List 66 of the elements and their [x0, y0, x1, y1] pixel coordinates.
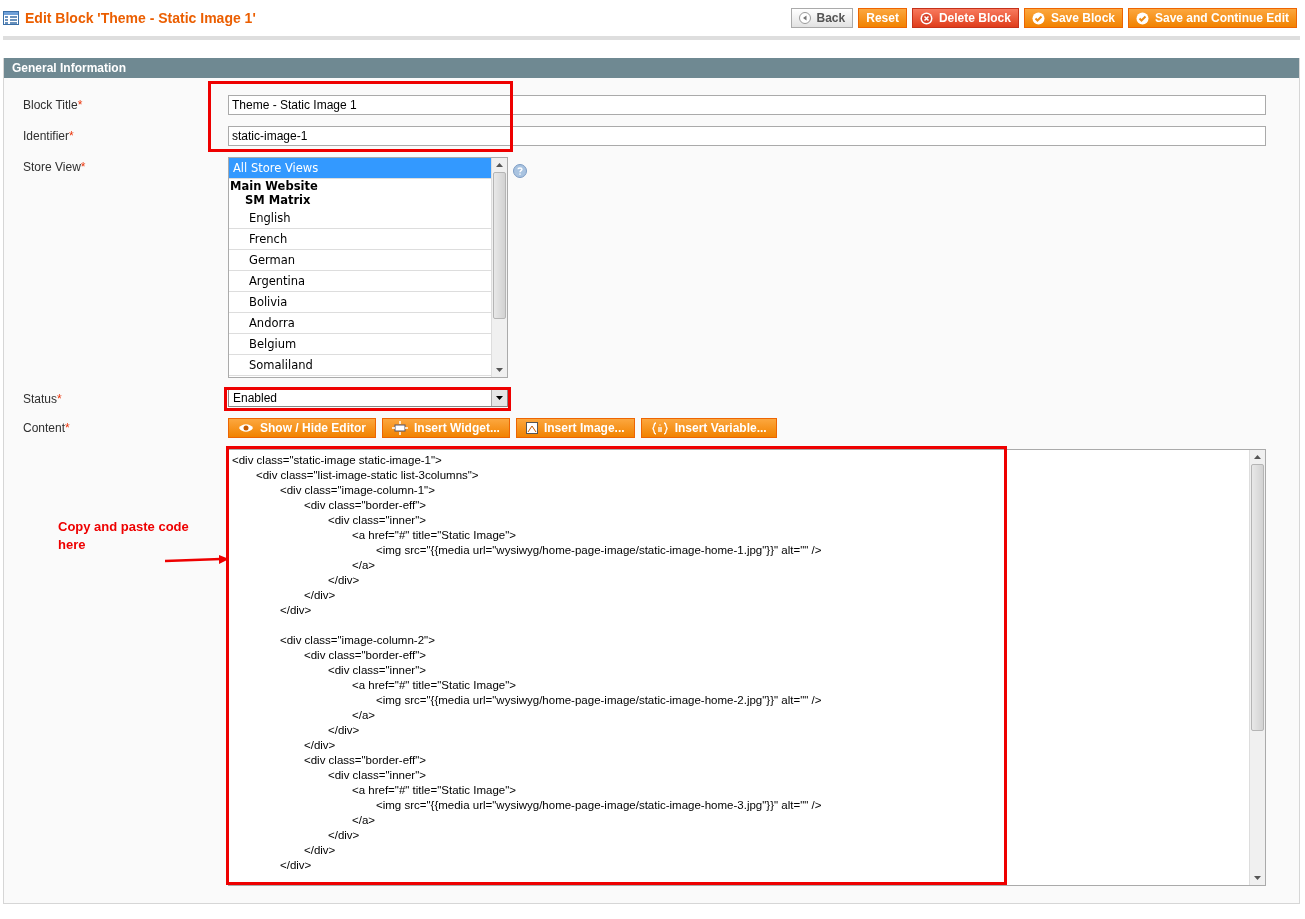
- code-line: </a>: [352, 709, 376, 721]
- field-label: Identifier*: [23, 128, 75, 143]
- braces-icon: [650, 421, 669, 435]
- code-line: </a>: [352, 559, 376, 571]
- code-editor[interactable]: [228, 449, 1266, 886]
- list-option[interactable]: SM Matrix: [229, 193, 491, 207]
- code-line: <div class="border-eff">: [304, 499, 427, 511]
- code-line: <a href="#" title="Static Image">: [352, 529, 516, 541]
- list-option[interactable]: Belgium: [229, 334, 491, 355]
- field-label: Status*: [23, 391, 63, 406]
- code-line: <a href="#" title="Static Image">: [352, 679, 516, 691]
- check-icon: [1031, 11, 1045, 25]
- code-line: <div class="border-eff">: [304, 649, 427, 661]
- check-icon: [1136, 11, 1149, 25]
- list-option[interactable]: Argentina: [229, 271, 491, 292]
- scroll-down-icon[interactable]: [1254, 876, 1261, 880]
- code-line: </div>: [304, 739, 336, 751]
- scroll-down-icon[interactable]: [496, 368, 503, 372]
- code-line: <a href="#" title="Static Image">: [352, 784, 516, 796]
- code-line: <img src="{{media url="wysiwyg/home-page-image/static-image-home-2.jpg"}}" alt="" />: [376, 694, 822, 706]
- list-option[interactable]: Somaliland: [229, 355, 491, 376]
- scroll-up-icon[interactable]: [1254, 455, 1261, 459]
- code-line: <div class="inner">: [328, 664, 426, 676]
- code-line: </div>: [280, 859, 312, 871]
- code-line: <div class="border-eff">: [304, 754, 427, 766]
- code-line: </div>: [280, 604, 312, 616]
- code-line: <div class="image-column-1">: [280, 484, 435, 496]
- code-line: <div class="inner">: [328, 769, 426, 781]
- code-line: <div class="static-image static-image-1">: [232, 454, 442, 466]
- list-option[interactable]: Andorra: [229, 313, 491, 334]
- scrollbar[interactable]: [491, 158, 507, 377]
- code-line: <img src="{{media url="wysiwyg/home-page-image/static-image-home-1.jpg"}}" alt="" />: [376, 544, 822, 556]
- block-title-field[interactable]: Theme - Static Image 1: [228, 95, 1266, 115]
- caret-icon: [496, 396, 503, 400]
- code-line: </div>: [328, 574, 360, 586]
- code-line: <div class="image-column-2">: [280, 634, 435, 646]
- code-line: </div>: [328, 829, 360, 841]
- annotation-text: Copy and paste code here: [58, 518, 190, 554]
- code-line: <img src="{{media url="wysiwyg/home-page-image/static-image-home-3.jpg"}}" alt="" />: [376, 799, 822, 811]
- code-line: </div>: [304, 589, 336, 601]
- field-label: Store View*: [23, 159, 87, 174]
- field-label: Block Title*: [23, 97, 84, 112]
- list-option[interactable]: French: [229, 229, 491, 250]
- field-label: Content*: [23, 420, 71, 435]
- list-option[interactable]: Bolivia: [229, 292, 491, 313]
- code-line: </a>: [352, 814, 376, 826]
- list-option[interactable]: Main Website: [229, 179, 491, 193]
- scrollbar[interactable]: [1249, 450, 1265, 885]
- code-line: <div class="inner">: [328, 514, 426, 526]
- widget-icon: [392, 421, 408, 435]
- annotation-arrow: [165, 555, 229, 565]
- scroll-up-icon[interactable]: [496, 163, 503, 167]
- identifier-field[interactable]: static-image-1: [228, 126, 1266, 146]
- code-line: </div>: [328, 724, 360, 736]
- cross-icon: [919, 11, 933, 25]
- image-icon: [525, 422, 538, 434]
- list-option[interactable]: German: [229, 250, 491, 271]
- section-header: General Information: [4, 58, 1299, 78]
- grid-icon: [3, 11, 19, 25]
- page-title: Edit Block 'Theme - Static Image 1': [25, 10, 257, 26]
- list-option[interactable]: English: [229, 208, 491, 229]
- code-line: </div>: [304, 844, 336, 856]
- store-view-list[interactable]: All Store Views Main Website SM Matrix English French German Argentina Bolivia Andorra Belgium Somaliland: [228, 157, 508, 378]
- code-line: <div class="list-image-static list-3columns">: [256, 469, 479, 481]
- back-button[interactable]: Back: [790, 8, 854, 28]
- eye-icon: [238, 423, 254, 433]
